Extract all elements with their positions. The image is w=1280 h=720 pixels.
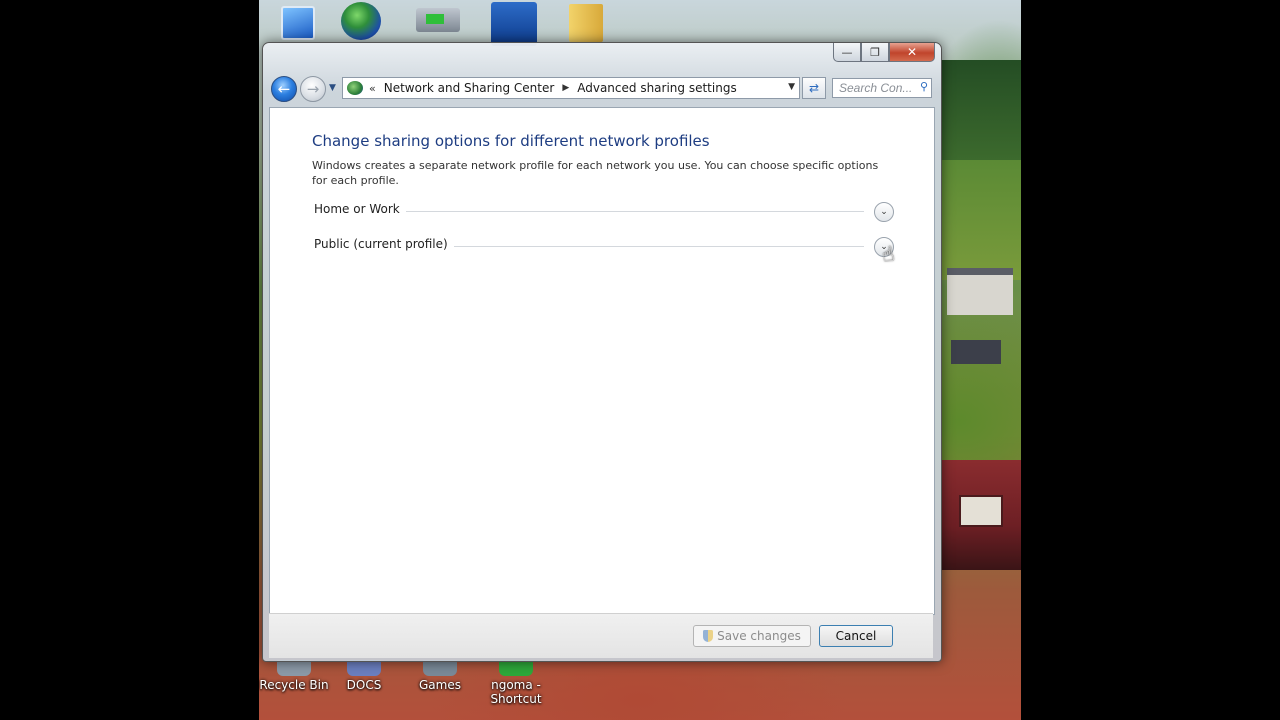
internet-globe-icon[interactable]: [341, 2, 381, 40]
cancel-label: Cancel: [835, 629, 877, 643]
restore-icon: ❐: [870, 45, 880, 59]
close-button[interactable]: ✕: [889, 43, 935, 62]
desktop-icon-ngoma-shortcut[interactable]: ngoma - Shortcut: [481, 660, 551, 706]
save-changes-label: Save changes: [717, 629, 801, 643]
wallpaper-train-window: [959, 495, 1003, 527]
network-globe-icon: [347, 81, 363, 95]
desktop-icon-label: Games: [419, 678, 461, 692]
breadcrumb-advanced-sharing-settings[interactable]: Advanced sharing settings: [577, 81, 736, 95]
desktop-icon-label: Recycle Bin: [259, 678, 329, 692]
desktop-icon-label: DOCS: [346, 678, 382, 692]
breadcrumb-network-and-sharing-center[interactable]: Network and Sharing Center: [384, 81, 555, 95]
profile-label: Public (current profile): [314, 237, 454, 251]
docs-folder-icon: [347, 660, 381, 676]
desktop-icon-recycle-bin[interactable]: Recycle Bin: [259, 660, 329, 692]
save-changes-button[interactable]: Save changes: [693, 625, 811, 647]
address-bar[interactable]: « Network and Sharing Center ▶ Advanced …: [342, 77, 800, 99]
page-title: Change sharing options for different net…: [312, 132, 710, 150]
computer-icon[interactable]: [281, 6, 315, 40]
address-overflow-chevron[interactable]: «: [369, 82, 376, 95]
chevron-down-icon: ▼: [329, 83, 336, 93]
recycle-bin-icon: [277, 660, 311, 676]
forward-arrow-icon: →: [306, 80, 320, 98]
desktop-icon-games[interactable]: Games: [405, 660, 475, 692]
search-input[interactable]: [832, 78, 932, 98]
search-box: ⚲: [832, 77, 932, 98]
cancel-button[interactable]: Cancel: [819, 625, 893, 647]
expand-home-or-work-button[interactable]: ⌄: [874, 202, 894, 222]
user-folder-icon[interactable]: [491, 2, 537, 46]
network-icon[interactable]: [416, 8, 460, 32]
wallpaper-building: [951, 340, 1001, 364]
search-icon[interactable]: ⚲: [920, 80, 928, 93]
profile-row-home-or-work[interactable]: Home or Work ⌄: [314, 202, 894, 222]
minimize-button[interactable]: —: [833, 43, 861, 62]
folder-icon[interactable]: [569, 4, 603, 42]
chevron-down-icon: ⌄: [880, 207, 888, 217]
back-button[interactable]: ←: [271, 76, 297, 102]
wallpaper-hillside: [941, 160, 1021, 280]
close-icon: ✕: [906, 45, 918, 59]
page-description: Windows creates a separate network profi…: [312, 159, 879, 187]
games-icon: [423, 660, 457, 676]
wallpaper-forest: [941, 60, 1021, 160]
minimize-icon: —: [841, 45, 853, 59]
address-dropdown-icon[interactable]: ▼: [788, 82, 795, 92]
ngoma-shortcut-icon: [499, 660, 533, 676]
maximize-button[interactable]: ❐: [861, 43, 889, 62]
uac-shield-icon: [703, 630, 714, 642]
profile-row-public[interactable]: Public (current profile) ⌄: [314, 237, 894, 257]
breadcrumb-separator-icon[interactable]: ▶: [562, 83, 569, 93]
desktop-icon-label: ngoma - Shortcut: [490, 678, 542, 706]
refresh-icon: ⇄: [808, 81, 820, 95]
refresh-button[interactable]: ⇄: [802, 77, 826, 99]
action-bar: Save changes Cancel: [269, 613, 933, 658]
navigation-bar: ← → ▼ « Network and Sharing Center ▶ Adv…: [269, 75, 935, 103]
recent-pages-dropdown[interactable]: ▼: [329, 83, 336, 93]
advanced-sharing-settings-window: — ❐ ✕ ← → ▼ « Network and Sharing Center…: [262, 42, 942, 662]
back-arrow-icon: ←: [277, 80, 291, 98]
forward-button[interactable]: →: [300, 76, 326, 102]
caption-buttons: — ❐ ✕: [833, 43, 935, 62]
wallpaper-house: [947, 275, 1013, 315]
desktop-icon-docs[interactable]: DOCS: [329, 660, 399, 692]
profile-label: Home or Work: [314, 202, 406, 216]
content-pane: Change sharing options for different net…: [269, 107, 935, 615]
